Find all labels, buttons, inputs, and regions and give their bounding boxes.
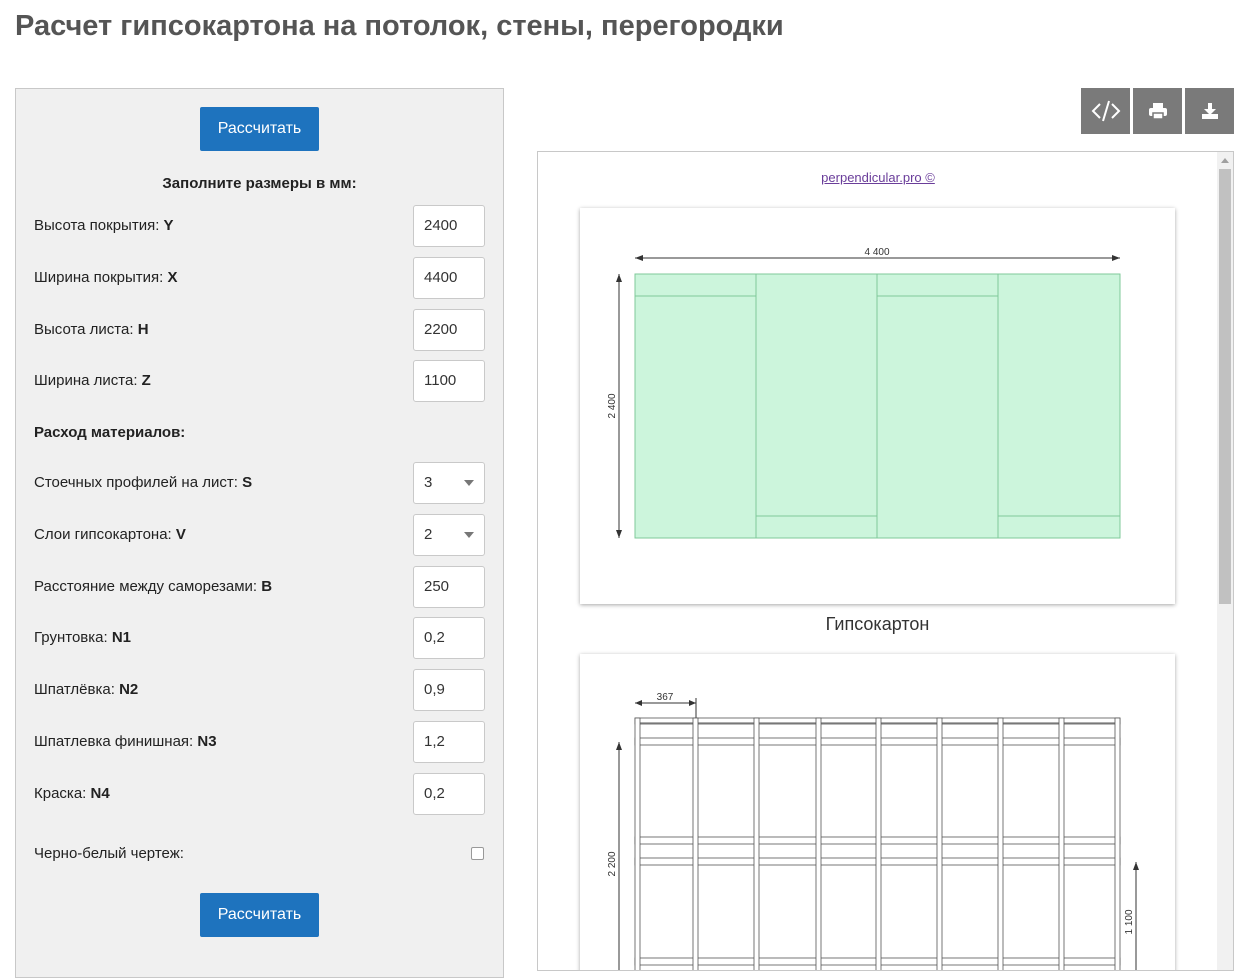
- code-icon: [1091, 100, 1120, 122]
- cover-height-label: Высота покрытия: Y: [34, 217, 174, 234]
- drywall-panel: [755, 273, 878, 517]
- cover-height-input[interactable]: 2400: [413, 205, 485, 247]
- cover-width-input[interactable]: 4400: [413, 257, 485, 299]
- screw-spacing-input[interactable]: 250: [413, 566, 485, 608]
- frame-stud: [1114, 717, 1121, 970]
- width-dimension-label: 4 400: [864, 247, 889, 258]
- vertical-scrollbar[interactable]: [1217, 152, 1233, 970]
- finish-putty-input[interactable]: 1,2: [413, 721, 485, 763]
- drawing-viewer[interactable]: perpendicular.pro © 4 400 2 400 Гипсокар…: [537, 151, 1234, 971]
- frame-stud: [634, 717, 641, 970]
- chevron-down-icon: [464, 480, 474, 486]
- drywall-panel: [876, 273, 999, 297]
- bw-drawing-label: Черно-белый чертеж:: [34, 845, 184, 862]
- sheet-height-input[interactable]: 2200: [413, 309, 485, 351]
- download-button[interactable]: [1185, 88, 1234, 134]
- sheet-dimension-label: 1 100: [1124, 909, 1135, 934]
- calculate-button-bottom[interactable]: Рассчитать: [200, 893, 319, 937]
- paint-label: Краска: N4: [34, 785, 110, 802]
- studs-per-sheet-select[interactable]: 3: [413, 462, 485, 504]
- drywall-layout-svg: 4 400 2 400: [607, 247, 1121, 539]
- page-title: Расчет гипсокартона на потолок, стены, п…: [15, 10, 784, 42]
- sheet-height-label: Высота листа: H: [34, 321, 149, 338]
- frame-sheet-drawing: 367 2 200 1 100: [580, 654, 1175, 970]
- finish-putty-label: Шпатлевка финишная: N3: [34, 733, 217, 750]
- cover-width-label: Ширина покрытия: X: [34, 269, 178, 286]
- frame-stud: [997, 717, 1004, 970]
- layers-label: Слои гипсокартона: V: [34, 526, 186, 543]
- calculate-button-top[interactable]: Рассчитать: [200, 107, 319, 151]
- frame-stud: [692, 717, 699, 970]
- scroll-thumb[interactable]: [1219, 169, 1231, 604]
- drywall-panel: [634, 273, 757, 297]
- primer-input[interactable]: 0,2: [413, 617, 485, 659]
- studs-per-sheet-value: 3: [424, 474, 433, 491]
- credit-link[interactable]: perpendicular.pro ©: [538, 170, 1218, 185]
- sheet-width-label: Ширина листа: Z: [34, 372, 151, 389]
- frame-stud: [936, 717, 943, 970]
- studs-per-sheet-label: Стоечных профилей на лист: S: [34, 474, 253, 491]
- embed-code-button[interactable]: [1081, 88, 1130, 134]
- putty-label: Шпатлёвка: N2: [34, 681, 139, 698]
- chevron-down-icon: [464, 532, 474, 538]
- scroll-up-icon[interactable]: [1221, 158, 1229, 163]
- materials-title: Расход материалов:: [34, 424, 186, 441]
- frame-stud: [875, 717, 882, 970]
- frame-stud: [1058, 717, 1065, 970]
- drywall-sheet-drawing: 4 400 2 400: [580, 208, 1175, 604]
- drywall-panel: [634, 295, 757, 539]
- bw-drawing-checkbox[interactable]: [471, 847, 484, 860]
- drywall-panel: [755, 515, 878, 539]
- layers-value: 2: [424, 526, 433, 543]
- frame-height-dimension-label: 2 200: [607, 851, 618, 876]
- primer-label: Грунтовка: N1: [34, 629, 132, 646]
- download-icon: [1201, 103, 1218, 119]
- sheet-width-input[interactable]: 1100: [413, 360, 485, 402]
- drywall-caption: Гипсокартон: [825, 614, 930, 634]
- step-dimension-label: 367: [657, 692, 674, 703]
- calculator-form: Рассчитать Заполните размеры в мм: Высот…: [15, 88, 504, 978]
- print-icon: [1148, 103, 1167, 120]
- frame-layout-svg: 367 2 200 1 100: [607, 692, 1139, 970]
- height-dimension-label: 2 400: [607, 393, 618, 418]
- drywall-panel: [997, 273, 1121, 517]
- form-heading: Заполните размеры в мм:: [162, 175, 357, 192]
- paint-input[interactable]: 0,2: [413, 773, 485, 815]
- screw-spacing-label: Расстояние между саморезами: B: [34, 578, 273, 595]
- print-button[interactable]: [1133, 88, 1182, 134]
- putty-input[interactable]: 0,9: [413, 669, 485, 711]
- frame-stud: [753, 717, 760, 970]
- drywall-panel: [997, 515, 1121, 539]
- drywall-panel: [876, 295, 999, 539]
- layers-select[interactable]: 2: [413, 514, 485, 556]
- frame-stud: [815, 717, 822, 970]
